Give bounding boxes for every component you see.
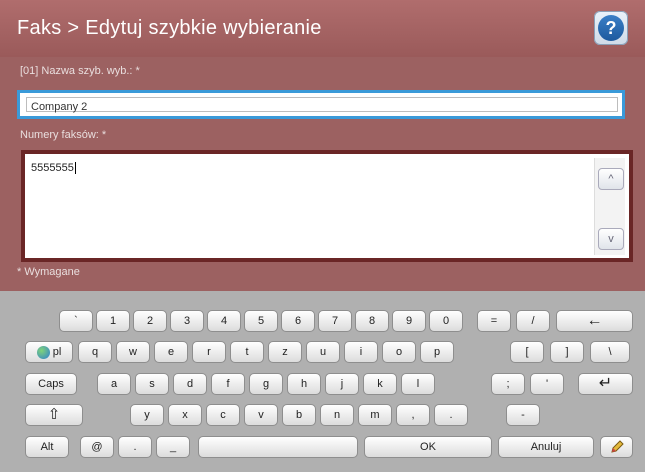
edit-button[interactable]	[600, 436, 633, 458]
key-q[interactable]: q	[78, 341, 112, 363]
key-6[interactable]: 6	[281, 310, 315, 332]
key-1[interactable]: 1	[96, 310, 130, 332]
key-i[interactable]: i	[344, 341, 378, 363]
language-label: pl	[52, 346, 62, 358]
key-equals[interactable]: =	[477, 310, 511, 332]
key-d[interactable]: d	[173, 373, 207, 395]
key-b[interactable]: b	[282, 404, 316, 426]
key-comma[interactable]: ,	[396, 404, 430, 426]
key-3[interactable]: 3	[170, 310, 204, 332]
key-e[interactable]: e	[154, 341, 188, 363]
key-underscore[interactable]: _	[156, 436, 190, 458]
key-hyphen[interactable]: -	[506, 404, 540, 426]
title-bar: Faks > Edytuj szybkie wybieranie ?	[0, 0, 645, 57]
help-button[interactable]: ?	[594, 11, 628, 45]
key-5[interactable]: 5	[244, 310, 278, 332]
key-c[interactable]: c	[206, 404, 240, 426]
key-a[interactable]: a	[97, 373, 131, 395]
key-slash[interactable]: /	[516, 310, 550, 332]
shift-key[interactable]: ⇧	[25, 404, 83, 426]
scroll-down-button[interactable]: v	[598, 228, 624, 250]
key-w[interactable]: w	[116, 341, 150, 363]
key-m[interactable]: m	[358, 404, 392, 426]
language-key[interactable]: pl	[25, 341, 73, 363]
key-j[interactable]: j	[325, 373, 359, 395]
key-2[interactable]: 2	[133, 310, 167, 332]
key-at[interactable]: @	[80, 436, 114, 458]
backspace-key[interactable]: ←	[556, 310, 633, 332]
key-7[interactable]: 7	[318, 310, 352, 332]
key-z[interactable]: z	[268, 341, 302, 363]
key-f[interactable]: f	[211, 373, 245, 395]
key-period[interactable]: .	[434, 404, 468, 426]
key-l[interactable]: l	[401, 373, 435, 395]
ok-button[interactable]: OK	[364, 436, 492, 458]
key-p[interactable]: p	[420, 341, 454, 363]
scrollbar[interactable]: ^ v	[594, 158, 625, 255]
text-cursor	[74, 162, 76, 175]
alt-key[interactable]: Alt	[25, 436, 69, 458]
key-r[interactable]: r	[192, 341, 226, 363]
key-dot[interactable]: .	[118, 436, 152, 458]
caps-key[interactable]: Caps	[25, 373, 77, 395]
key-x[interactable]: x	[168, 404, 202, 426]
question-mark-icon: ?	[598, 15, 624, 41]
key-s[interactable]: s	[135, 373, 169, 395]
key-h[interactable]: h	[287, 373, 321, 395]
key-close-bracket[interactable]: ]	[550, 341, 584, 363]
key-k[interactable]: k	[363, 373, 397, 395]
enter-key[interactable]: ↵	[578, 373, 633, 395]
space-key[interactable]	[198, 436, 358, 458]
fax-value-wrap: 5555555	[31, 162, 76, 175]
key-g[interactable]: g	[249, 373, 283, 395]
key-y[interactable]: y	[130, 404, 164, 426]
pencil-icon	[610, 440, 624, 453]
page-title: Faks > Edytuj szybkie wybieranie	[17, 17, 322, 39]
required-note: * Wymagane	[17, 266, 80, 278]
scroll-up-button[interactable]: ^	[598, 168, 624, 190]
key-open-bracket[interactable]: [	[510, 341, 544, 363]
key-0[interactable]: 0	[429, 310, 463, 332]
key-o[interactable]: o	[382, 341, 416, 363]
key-8[interactable]: 8	[355, 310, 389, 332]
cancel-button[interactable]: Anuluj	[498, 436, 594, 458]
key-backtick[interactable]: `	[59, 310, 93, 332]
key-apostrophe[interactable]: '	[530, 373, 564, 395]
key-4[interactable]: 4	[207, 310, 241, 332]
key-u[interactable]: u	[306, 341, 340, 363]
globe-icon	[36, 345, 50, 359]
onscreen-keyboard: ` 1 2 3 4 5 6 7 8 9 0 = / ← pl q w e r t…	[0, 291, 645, 472]
fax-numbers-input[interactable]: 5555555 ^ v	[21, 150, 633, 262]
key-9[interactable]: 9	[392, 310, 426, 332]
key-v[interactable]: v	[244, 404, 278, 426]
key-backslash[interactable]: \	[590, 341, 630, 363]
name-value: Company 2	[26, 97, 618, 113]
key-n[interactable]: n	[320, 404, 354, 426]
fax-label: Numery faksów: *	[20, 129, 107, 141]
name-label: [01] Nazwa szyb. wyb.: *	[20, 65, 140, 77]
name-input[interactable]: Company 2	[17, 90, 625, 119]
key-semicolon[interactable]: ;	[491, 373, 525, 395]
fax-value: 5555555	[31, 162, 74, 174]
key-t[interactable]: t	[230, 341, 264, 363]
